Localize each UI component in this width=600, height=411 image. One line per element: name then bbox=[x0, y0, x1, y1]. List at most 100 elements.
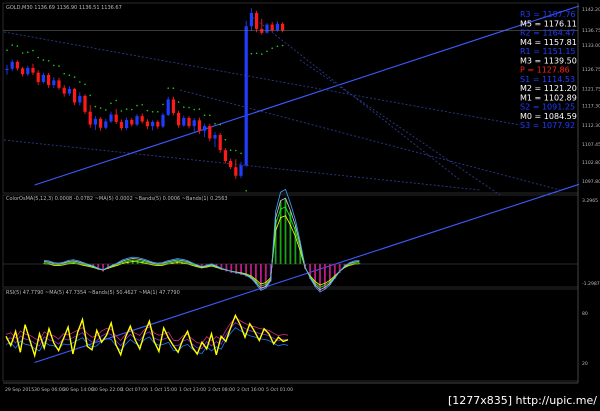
candle-body bbox=[166, 99, 170, 115]
sar-dot bbox=[261, 53, 263, 55]
candle-body bbox=[161, 114, 165, 127]
sar-dot bbox=[151, 111, 154, 113]
sar-dot bbox=[183, 106, 185, 108]
candle-body bbox=[197, 120, 201, 131]
candle-body bbox=[208, 126, 212, 139]
sar-dot bbox=[136, 104, 138, 107]
time-label: 1 Oct 07:00 bbox=[121, 387, 148, 393]
sar-dot bbox=[177, 101, 180, 103]
dotted-trend-line bbox=[299, 59, 501, 196]
time-axis-labels: 29 Sep 2015 30 Sep 06:0030 Sep 14:0030 Se… bbox=[5, 387, 293, 393]
candle-body bbox=[218, 135, 222, 151]
candle-body bbox=[234, 167, 238, 176]
price-label: 1112.30 bbox=[582, 123, 600, 129]
candle-body bbox=[21, 68, 25, 75]
price-label: 1133.00 bbox=[582, 43, 600, 49]
candle-body bbox=[125, 119, 129, 128]
candle-body bbox=[10, 61, 14, 69]
sar-dot bbox=[115, 99, 117, 102]
dotted-trend-line bbox=[3, 139, 481, 191]
main-panel-header: GOLD,M30 1136.69 1136.90 1136.51 1136.67 bbox=[6, 5, 122, 11]
pivot-level-label: R1 = 1151.15 bbox=[520, 47, 576, 56]
sar-dot bbox=[32, 49, 34, 52]
price-label: 1142.20 bbox=[582, 7, 600, 13]
rsi-line bbox=[5, 313, 289, 359]
candle-body bbox=[15, 61, 19, 69]
candle-body bbox=[275, 23, 279, 31]
pivot-level-label: M1 = 1102.89 bbox=[520, 93, 577, 102]
macd-panel-header: ColorOsMA(5,12,3) 0.0008 -0.0782 ~MA(5) … bbox=[6, 196, 228, 202]
sar-dot bbox=[42, 59, 45, 61]
candle-body bbox=[265, 24, 269, 33]
sar-dot bbox=[131, 108, 133, 111]
macd-axis-label: -1.2987 bbox=[582, 281, 600, 287]
sar-dot bbox=[37, 56, 39, 59]
candle-body bbox=[140, 116, 144, 122]
candle-body bbox=[239, 165, 243, 176]
candle-body bbox=[41, 75, 45, 82]
candle-body bbox=[93, 118, 97, 125]
candle-body bbox=[244, 26, 248, 166]
sar-dot bbox=[141, 104, 143, 106]
candle-body bbox=[182, 118, 186, 126]
sar-dot bbox=[245, 190, 247, 192]
candle-body bbox=[88, 111, 92, 125]
sar-dot bbox=[47, 60, 50, 62]
candle-body bbox=[151, 121, 155, 127]
sar-dot bbox=[53, 64, 55, 67]
candle-body bbox=[187, 118, 191, 127]
candle-body bbox=[109, 114, 113, 122]
candle-body bbox=[192, 120, 196, 127]
candle-body bbox=[156, 121, 160, 127]
price-label: 1121.75 bbox=[582, 86, 600, 92]
sar-dot bbox=[21, 52, 24, 54]
time-label: 2 Oct 08:00 bbox=[208, 387, 235, 393]
pivot-level-label: P = 1127.86 bbox=[520, 66, 570, 75]
sar-dot bbox=[120, 110, 123, 112]
candle-body bbox=[203, 126, 207, 131]
sar-dot bbox=[11, 44, 13, 46]
time-label: 30 Sep 22:00 bbox=[92, 387, 123, 393]
candle-body bbox=[26, 68, 30, 75]
sar-dot bbox=[110, 102, 112, 105]
sar-dot bbox=[125, 108, 128, 110]
price-label: 1107.45 bbox=[582, 142, 600, 148]
candle-body bbox=[67, 88, 71, 94]
sar-dot bbox=[193, 108, 195, 111]
macd-axis-label: 3.2965 bbox=[582, 198, 598, 204]
time-label: 30 Sep 06:00 bbox=[34, 387, 65, 393]
sar-dot bbox=[266, 50, 268, 53]
candle-body bbox=[229, 161, 233, 168]
price-label: 1102.80 bbox=[582, 160, 600, 166]
price-label: 1117.30 bbox=[582, 104, 600, 110]
sar-dot bbox=[214, 123, 216, 125]
sar-dot bbox=[63, 72, 65, 75]
candle-body bbox=[5, 68, 9, 70]
sar-dot bbox=[219, 123, 221, 126]
sar-dot bbox=[209, 114, 211, 117]
macd-line bbox=[43, 206, 360, 288]
sar-dot bbox=[105, 109, 107, 111]
pivot-level-label: M4 = 1157.81 bbox=[520, 38, 577, 47]
candle-body bbox=[171, 99, 175, 113]
sar-dot bbox=[224, 138, 227, 141]
candle-body bbox=[260, 28, 264, 33]
candle-body bbox=[130, 119, 134, 125]
pivot-level-label: M3 = 1139.50 bbox=[520, 56, 577, 65]
sar-dot bbox=[255, 52, 258, 55]
sar-dot bbox=[27, 51, 29, 53]
candle-body bbox=[73, 88, 77, 103]
candle-body bbox=[99, 118, 103, 128]
candle-body bbox=[119, 121, 123, 129]
sar-dot bbox=[16, 45, 19, 47]
candle-body bbox=[104, 121, 108, 128]
pivot-level-label: S3 = 1077.92 bbox=[520, 121, 575, 130]
sar-dot bbox=[89, 94, 91, 97]
candle-body bbox=[52, 80, 56, 86]
watermark: [1277x835] http://upic.me/ bbox=[448, 394, 597, 407]
candle-body bbox=[78, 95, 82, 103]
macd-price-axis: 3.2965 -1.2987 bbox=[582, 198, 600, 287]
time-label: 30 Sep 14:00 bbox=[63, 387, 94, 393]
time-label: 2 Oct 16:00 bbox=[237, 387, 264, 393]
rsi-indicator bbox=[5, 313, 289, 359]
